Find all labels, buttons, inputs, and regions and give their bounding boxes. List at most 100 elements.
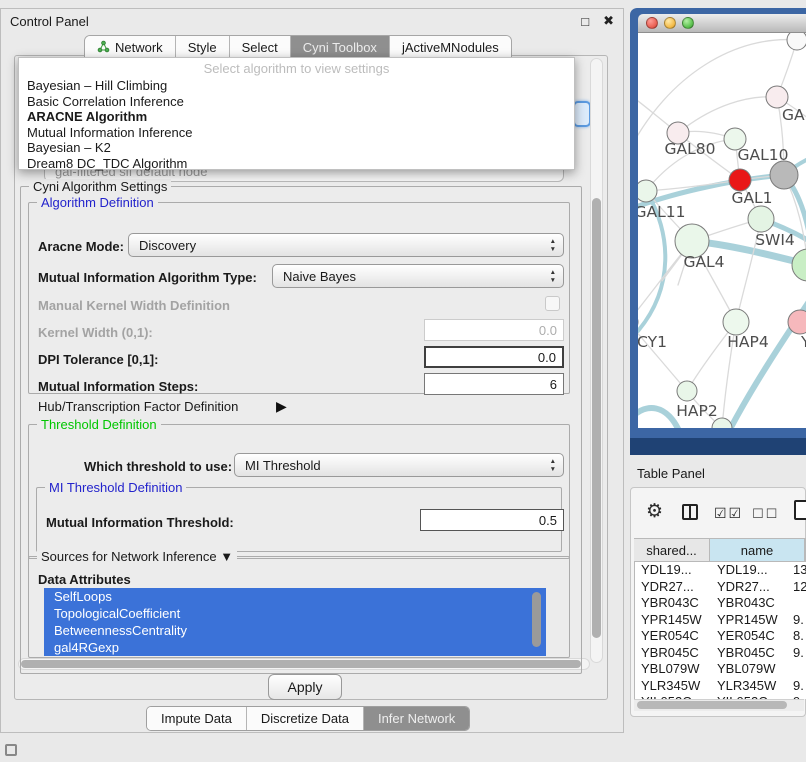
tab-network[interactable]: Network bbox=[85, 36, 175, 59]
algorithm-menu-item[interactable]: Bayesian – Hill Climbing bbox=[19, 78, 574, 94]
settings-vertical-scrollbar-thumb[interactable] bbox=[592, 198, 601, 638]
network-node-label: GAL11 bbox=[638, 203, 685, 221]
network-node[interactable] bbox=[729, 169, 751, 191]
network-node-label: HAP2 bbox=[676, 402, 717, 420]
network-node[interactable] bbox=[723, 309, 749, 335]
network-node[interactable] bbox=[787, 33, 806, 50]
mac-close-button[interactable] bbox=[646, 17, 658, 29]
manual-kernel-checkbox[interactable] bbox=[545, 296, 560, 311]
algorithm-menu-item[interactable]: Bayesian – K2 bbox=[19, 140, 574, 156]
sources-group-title: Sources for Network Inference ▼ bbox=[37, 549, 237, 564]
table-header-cell[interactable]: name bbox=[710, 538, 805, 562]
network-icon bbox=[97, 40, 110, 56]
tab-cyni-toolbox-label: Cyni Toolbox bbox=[303, 40, 377, 55]
gear-icon[interactable]: ⚙ bbox=[646, 500, 663, 523]
network-node-label: SWI4 bbox=[755, 231, 795, 249]
network-node-label: GAL80 bbox=[665, 140, 716, 158]
collapse-arrow-icon[interactable]: ▼ bbox=[220, 549, 233, 564]
columns-icon[interactable] bbox=[682, 504, 698, 520]
spinner-arrows-icon: ▲▼ bbox=[550, 458, 556, 473]
restore-panel-icon[interactable] bbox=[5, 744, 17, 756]
network-node-label: GAL bbox=[782, 106, 806, 124]
focused-combo-fragment[interactable] bbox=[573, 101, 591, 127]
expand-arrow-icon[interactable]: ▶ bbox=[276, 398, 287, 415]
network-edge[interactable] bbox=[678, 97, 777, 133]
table-row[interactable]: YBR045C YBR045C 9. bbox=[635, 645, 806, 662]
manual-kernel-label: Manual Kernel Width Definition bbox=[38, 298, 230, 313]
mac-zoom-button[interactable] bbox=[682, 17, 694, 29]
kernel-width-label: Kernel Width (0,1): bbox=[38, 325, 153, 340]
data-attribute-item[interactable]: gal4RGexp bbox=[44, 639, 546, 656]
network-window-bottom-edge bbox=[630, 438, 806, 455]
tab-style-label: Style bbox=[188, 40, 217, 55]
data-attribute-item[interactable]: TopologicalCoefficient bbox=[44, 605, 546, 622]
tab-style[interactable]: Style bbox=[175, 36, 229, 59]
tab-select-label: Select bbox=[242, 40, 278, 55]
attributes-list-scrollbar-thumb[interactable] bbox=[532, 592, 541, 647]
which-threshold-value: MI Threshold bbox=[245, 458, 321, 473]
select-all-checkboxes-icon[interactable]: ☑☑ bbox=[714, 505, 743, 522]
algorithm-menu-item[interactable]: ARACNE Algorithm bbox=[19, 109, 574, 125]
network-node[interactable] bbox=[677, 381, 697, 401]
data-attribute-item[interactable]: BetweennessCentrality bbox=[44, 622, 546, 639]
table-row[interactable]: YER054C YER054C 8. bbox=[635, 628, 806, 645]
which-threshold-combo[interactable]: MI Threshold ▲▼ bbox=[234, 453, 564, 477]
mac-minimize-button[interactable] bbox=[664, 17, 676, 29]
spinner-arrows-icon: ▲▼ bbox=[550, 269, 556, 284]
tab-discretize-data[interactable]: Discretize Data bbox=[246, 707, 363, 730]
table-row[interactable]: YLR345W YLR345W 9. bbox=[635, 678, 806, 695]
which-threshold-label: Which threshold to use: bbox=[84, 459, 232, 474]
algorithm-dropdown-popup: Select algorithm to view settings Bayesi… bbox=[18, 57, 575, 170]
deselect-all-checkboxes-icon[interactable]: ☐☐ bbox=[752, 506, 779, 522]
network-canvas[interactable]: GALGAL80GAL10GAL1GAL11SWI4GAL4GCY1HAP4YH… bbox=[638, 33, 806, 428]
table-row[interactable]: YBL079W YBL079W bbox=[635, 661, 806, 678]
float-window-icon[interactable]: □ bbox=[581, 14, 589, 29]
file-icon[interactable] bbox=[794, 500, 806, 520]
network-node[interactable] bbox=[792, 249, 806, 281]
data-attributes-label: Data Attributes bbox=[38, 572, 131, 587]
tab-network-label: Network bbox=[115, 40, 163, 55]
data-attributes-list[interactable]: SelfLoops TopologicalCoefficient Between… bbox=[44, 588, 546, 656]
algorithm-list: Bayesian – Hill Climbing Basic Correlati… bbox=[19, 78, 574, 171]
aracne-mode-combo[interactable]: Discovery ▲▼ bbox=[128, 233, 564, 257]
spinner-arrows-icon: ▲▼ bbox=[550, 238, 556, 253]
mi-type-combo[interactable]: Naive Bayes ▲▼ bbox=[272, 264, 564, 288]
mi-threshold-label: Mutual Information Threshold: bbox=[46, 515, 234, 530]
kernel-width-input[interactable]: 0.0 bbox=[424, 319, 564, 341]
table-row[interactable]: YDR27... YDR27... 12 bbox=[635, 579, 806, 596]
close-window-icon[interactable]: ✖ bbox=[603, 13, 614, 29]
dpi-tolerance-input[interactable]: 0.0 bbox=[424, 346, 564, 368]
table-horizontal-scrollbar-thumb[interactable] bbox=[637, 701, 787, 709]
tab-impute-data[interactable]: Impute Data bbox=[147, 707, 246, 730]
tab-infer-network[interactable]: Infer Network bbox=[363, 707, 469, 730]
network-edge[interactable] bbox=[638, 408, 680, 428]
algorithm-menu-item[interactable]: Basic Correlation Inference bbox=[19, 94, 574, 110]
network-node[interactable] bbox=[638, 180, 657, 202]
data-attribute-item[interactable]: SelfLoops bbox=[44, 588, 546, 605]
tab-cyni-toolbox[interactable]: Cyni Toolbox bbox=[290, 36, 389, 59]
table-row[interactable]: YDL19... YDL19... 13 bbox=[635, 562, 806, 579]
network-node[interactable] bbox=[766, 86, 788, 108]
hub-definition-label[interactable]: Hub/Transcription Factor Definition bbox=[38, 399, 238, 414]
mi-steps-input[interactable]: 6 bbox=[424, 373, 564, 395]
table-row[interactable]: YBR043C YBR043C bbox=[635, 595, 806, 612]
mi-threshold-input[interactable]: 0.5 bbox=[420, 509, 564, 531]
table-row[interactable]: YPR145W YPR145W 9. bbox=[635, 612, 806, 629]
network-node-label: HAP4 bbox=[727, 333, 768, 351]
network-node-label: GAL10 bbox=[738, 146, 789, 164]
network-node[interactable] bbox=[748, 206, 774, 232]
apply-button[interactable]: Apply bbox=[268, 674, 342, 700]
tab-jactivemnodules[interactable]: jActiveMNodules bbox=[389, 36, 511, 59]
table-header-cell[interactable]: shared... bbox=[634, 538, 710, 562]
network-node-label: GAL4 bbox=[683, 253, 724, 271]
algorithm-menu-item[interactable]: Dream8 DC_TDC Algorithm bbox=[19, 156, 574, 172]
algorithm-menu-item[interactable]: Mutual Information Inference bbox=[19, 125, 574, 141]
network-node[interactable] bbox=[770, 161, 798, 189]
network-node-label: Y bbox=[800, 333, 806, 351]
aracne-mode-label: Aracne Mode: bbox=[38, 239, 124, 254]
network-node-label: GAL1 bbox=[731, 189, 772, 207]
threshold-definition-title: Threshold Definition bbox=[37, 417, 161, 432]
tab-select[interactable]: Select bbox=[229, 36, 290, 59]
tab-jactivemnodules-label: jActiveMNodules bbox=[402, 40, 499, 55]
network-graph: GALGAL80GAL10GAL1GAL11SWI4GAL4GCY1HAP4YH… bbox=[638, 33, 806, 428]
